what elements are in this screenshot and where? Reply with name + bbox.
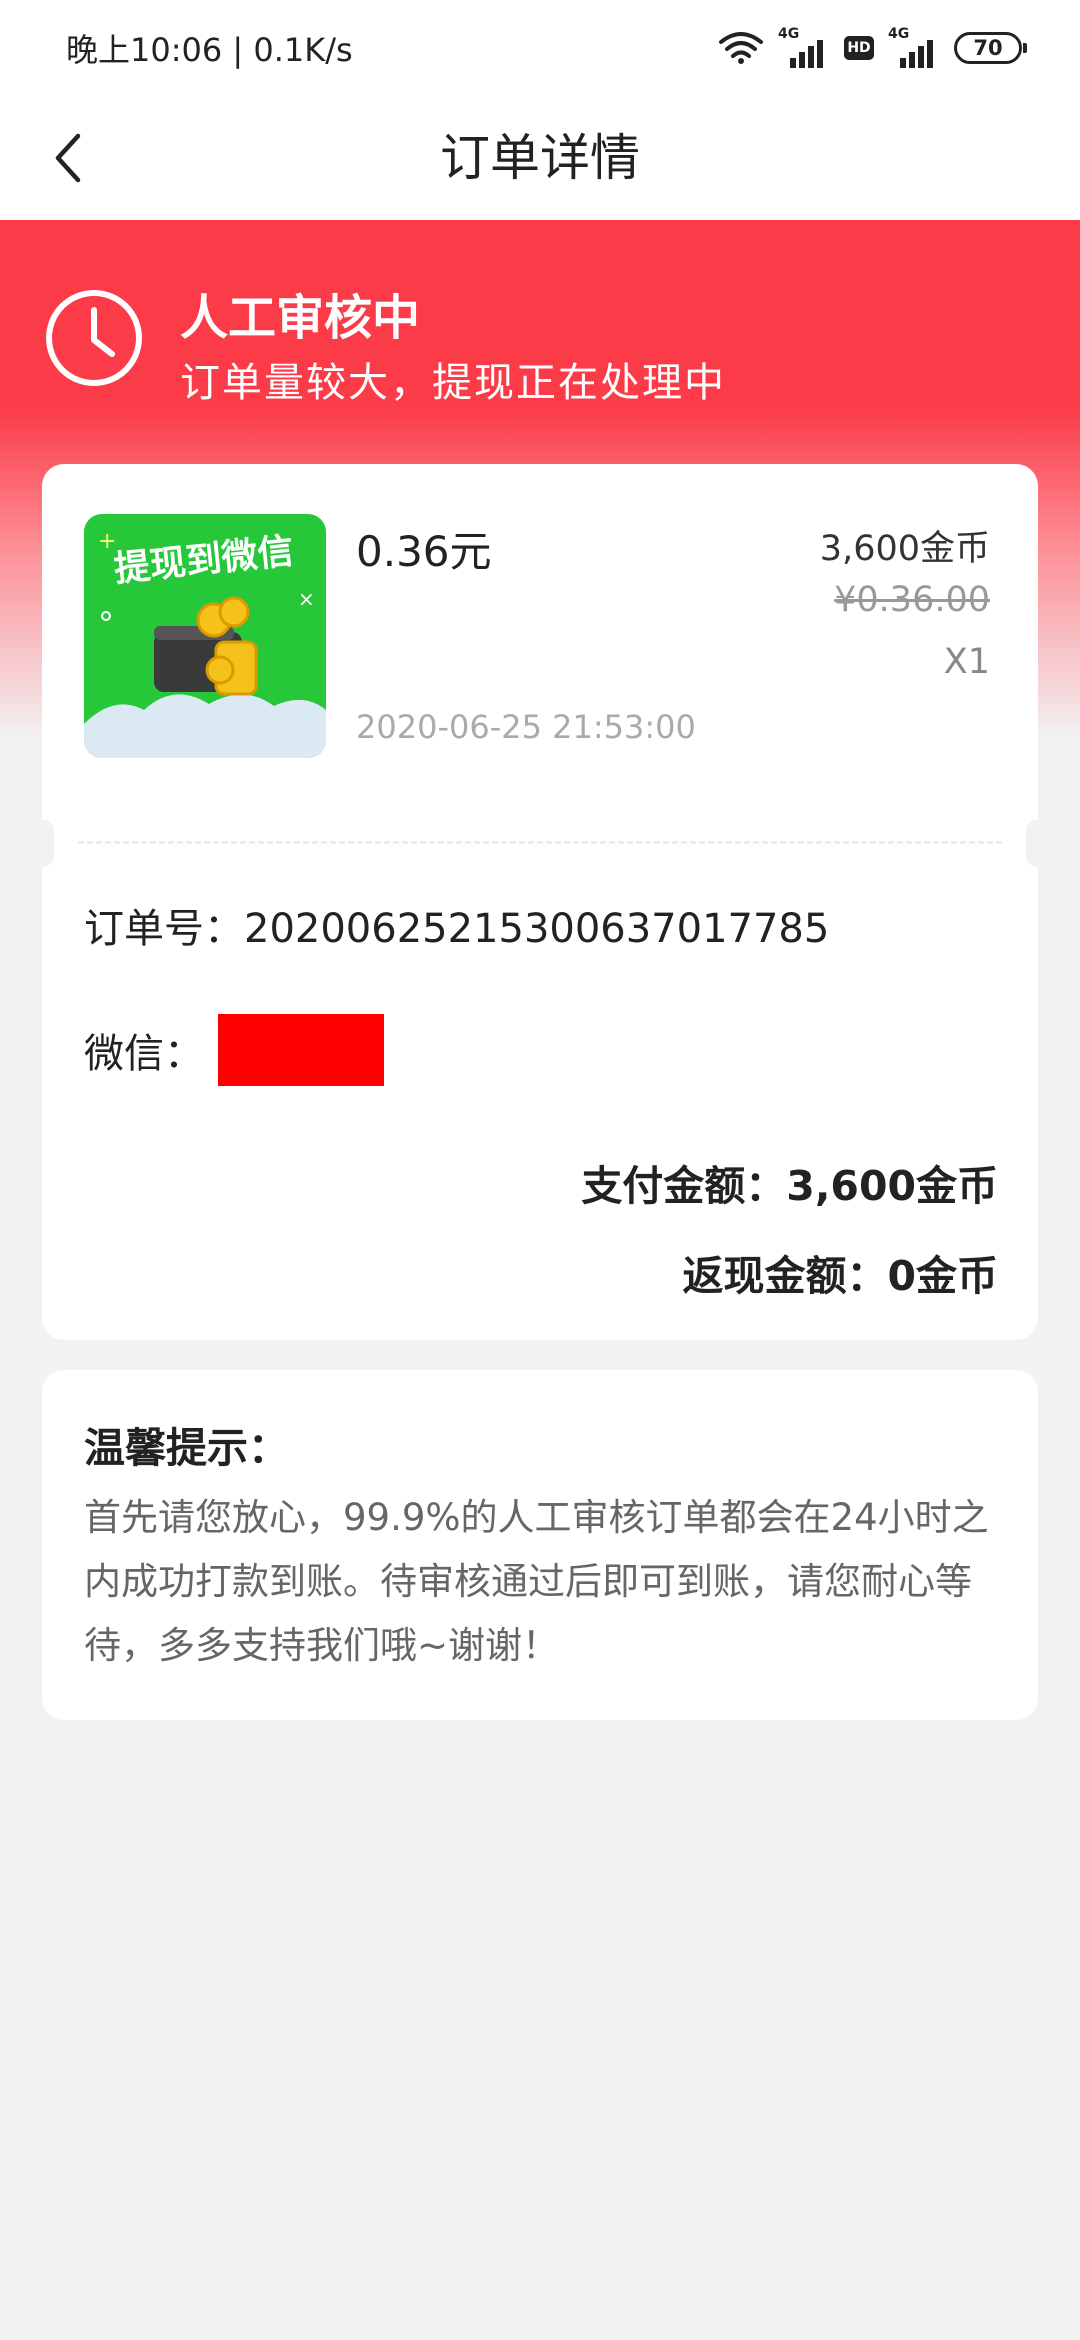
wifi-icon <box>719 32 763 64</box>
wechat-row: 微信： <box>84 1014 384 1086</box>
screen: 晚上10:06 | 0.1K/s 4G HD 4G 70 订单详情 人工审核中 … <box>0 0 1080 2340</box>
quantity: X1 <box>943 642 990 682</box>
wallet-coins-icon: 提现到微信 + × <box>84 514 326 758</box>
clock-icon <box>46 290 142 386</box>
coin-price: 3,600金币 <box>819 529 990 569</box>
page-title: 订单详情 <box>440 129 640 187</box>
product-name: 0.36元 <box>356 527 492 576</box>
product-thumbnail: 提现到微信 + × <box>84 514 326 758</box>
nav-bar: 订单详情 <box>0 96 1080 220</box>
ticket-divider <box>30 819 1050 867</box>
tips-title: 温馨提示： <box>84 1424 289 1472</box>
hd-icon: HD <box>844 36 874 60</box>
order-card: 提现到微信 + × 0.36元 3,600金币 ¥0.36.00 X1 2020… <box>30 464 1050 1340</box>
battery-icon: 70 <box>954 32 1027 64</box>
pay-amount: 支付金额：3,600金币 <box>581 1162 998 1210</box>
cashback-amount: 返现金额：0金币 <box>682 1252 998 1300</box>
wechat-label: 微信： <box>84 1031 204 1077</box>
signal-icon: 4G <box>778 26 830 68</box>
svg-text:+: + <box>98 529 116 554</box>
status-subtitle: 订单量较大，提现正在处理中 <box>180 360 726 406</box>
status-time-speed: 晚上10:06 | 0.1K/s <box>66 31 353 69</box>
tips-card: 温馨提示： 首先请您放心，99.9%的人工审核订单都会在24小时之内成功打款到账… <box>42 1370 1038 1720</box>
status-icons: 4G HD 4G 70 <box>718 22 1027 74</box>
wechat-account-redacted <box>218 1014 384 1086</box>
status-bar: 晚上10:06 | 0.1K/s 4G HD 4G 70 <box>0 0 1080 96</box>
signal-icon-2: 4G <box>888 26 940 68</box>
original-price: ¥0.36.00 <box>834 580 990 620</box>
status-title: 人工审核中 <box>180 290 421 346</box>
order-number: 订单号：2020062521530063701778​5 <box>84 906 830 952</box>
svg-text:×: × <box>298 587 315 611</box>
tips-body: 首先请您放心，99.9%的人工审核订单都会在24小时之内成功打款到账。待审核通过… <box>84 1496 989 1667</box>
order-time: 2020-06-25 21:53:00 <box>356 708 696 746</box>
